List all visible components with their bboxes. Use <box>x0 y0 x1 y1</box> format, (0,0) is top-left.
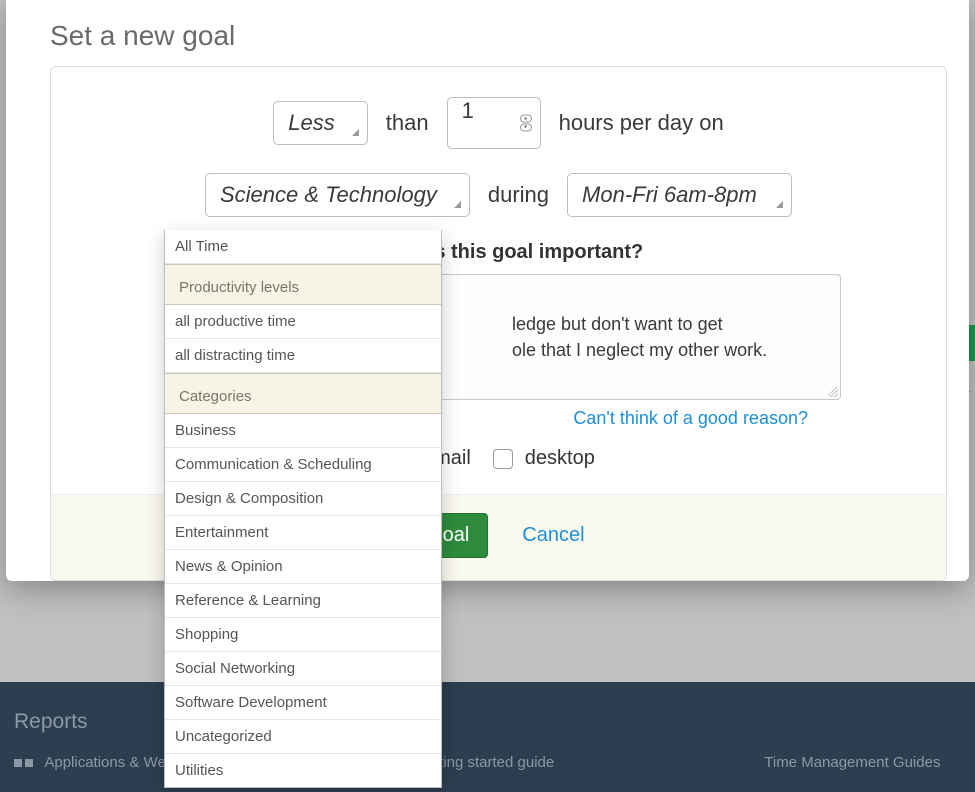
chevron-down-icon <box>352 129 359 136</box>
schedule-select-value: Mon-Fri 6am-8pm <box>582 182 757 208</box>
dropdown-option[interactable]: All Time <box>165 230 441 264</box>
dropdown-option[interactable]: all productive time <box>165 305 441 339</box>
stepper-icon[interactable]: ▴ ▾ <box>520 115 534 132</box>
hours-input[interactable]: 1 ▴ ▾ <box>447 97 541 149</box>
reason-question-label: Why is this goal important? <box>381 241 916 264</box>
alerts-row: Alerts: ✓ email desktop <box>391 447 916 470</box>
dropdown-option[interactable]: all distracting time <box>165 339 441 373</box>
modal-title: Set a new goal <box>50 20 947 52</box>
alert-desktop-label: desktop <box>525 447 595 470</box>
text-than: than <box>386 110 429 136</box>
grid-icon <box>14 759 33 767</box>
category-dropdown-menu[interactable]: All TimeProductivity levelsall productiv… <box>164 230 442 788</box>
schedule-select[interactable]: Mon-Fri 6am-8pm <box>567 173 792 217</box>
checkbox-unchecked-icon[interactable] <box>493 449 513 469</box>
chevron-up-icon[interactable]: ▴ <box>520 115 532 123</box>
category-select-value: Science & Technology <box>220 182 437 208</box>
dropdown-option[interactable]: Entertainment <box>165 516 441 550</box>
alert-desktop[interactable]: desktop <box>493 447 595 470</box>
dropdown-option[interactable]: Communication & Scheduling <box>165 448 441 482</box>
goal-row-2: Science & Technology during Mon-Fri 6am-… <box>81 173 916 217</box>
direction-select[interactable]: Less <box>273 101 367 145</box>
dropdown-group-header: Productivity levels <box>165 264 441 305</box>
dropdown-option[interactable]: Social Networking <box>165 652 441 686</box>
cancel-button[interactable]: Cancel <box>522 524 584 547</box>
dropdown-option[interactable]: Uncategorized <box>165 720 441 754</box>
direction-select-value: Less <box>288 110 334 136</box>
chevron-down-icon <box>776 201 783 208</box>
dropdown-option[interactable]: Reference & Learning <box>165 584 441 618</box>
text-during: during <box>488 182 549 208</box>
category-select[interactable]: Science & Technology <box>205 173 470 217</box>
chevron-down-icon <box>454 201 461 208</box>
text-units: hours per day on <box>559 110 724 136</box>
dropdown-option[interactable]: Design & Composition <box>165 482 441 516</box>
hours-input-value: 1 <box>462 98 474 123</box>
footer-links: Applications & Websites Getting started … <box>14 754 961 771</box>
resize-handle-icon[interactable] <box>828 387 838 397</box>
reason-textarea-value: ledge but don't want to get ole that I n… <box>512 314 767 360</box>
goal-row-1: Less than 1 ▴ ▾ hours per day on <box>81 97 916 149</box>
chevron-down-icon[interactable]: ▾ <box>520 124 532 132</box>
dropdown-option[interactable]: Business <box>165 414 441 448</box>
dropdown-option[interactable]: Utilities <box>165 754 441 787</box>
footer-link-time-mgmt[interactable]: Time Management Guides <box>764 754 940 771</box>
dropdown-option[interactable]: Software Development <box>165 686 441 720</box>
footer-heading: Reports <box>14 710 961 734</box>
dropdown-option[interactable]: Shopping <box>165 618 441 652</box>
dropdown-group-header: Categories <box>165 373 441 414</box>
dropdown-option[interactable]: News & Opinion <box>165 550 441 584</box>
footer: Reports Applications & Websites Getting … <box>0 682 975 792</box>
set-goal-modal: Set a new goal Less than 1 ▴ ▾ <box>6 0 969 581</box>
hint-link[interactable]: Can't think of a good reason? <box>573 408 808 428</box>
